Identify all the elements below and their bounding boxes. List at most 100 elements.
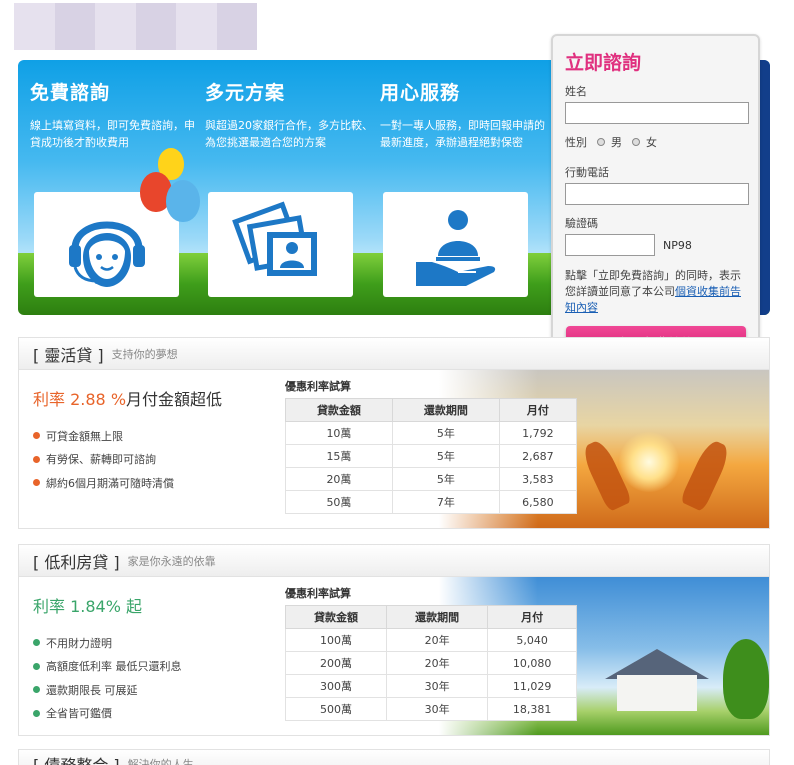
feature-title: 免費諮詢 xyxy=(30,82,111,104)
table-cell: 6,580 xyxy=(498,490,578,514)
table-header-row: 貸款金額 還款期間 月付 xyxy=(284,605,577,629)
list-item: 不用財力證明 xyxy=(33,631,182,655)
phone-label: 行動電話 xyxy=(565,166,609,179)
table-row: 300萬 30年 11,029 xyxy=(284,674,577,698)
simulator-table: 貸款金額 還款期間 月付 100萬 20年 5,040 200萬 20年 10,… xyxy=(284,605,577,721)
section-title: [ 債務整合 ] xyxy=(33,752,120,765)
sun xyxy=(619,432,679,492)
section-subtitle: 家是你永遠的依靠 xyxy=(127,554,216,568)
list-item: 有勞保、薪轉即可諮詢 xyxy=(33,448,174,472)
rate-line: 利率 2.88 %月付金額超低 xyxy=(33,386,222,410)
list-item: 可貸金額無上限 xyxy=(33,424,174,448)
col-period: 還款期間 xyxy=(386,605,489,629)
loan-section-flexible: [ 靈活貸 ] 支持你的夢想 利率 2.88 %月付金額超低 可貸金額無上限 有… xyxy=(18,337,770,529)
table-cell: 10萬 xyxy=(285,421,393,445)
gender-male-label: 男 xyxy=(611,136,622,149)
table-cell: 100萬 xyxy=(284,628,388,652)
rate-value: 2.88 % xyxy=(70,390,127,409)
table-cell: 10,080 xyxy=(487,651,577,675)
bullet-dot xyxy=(33,709,40,717)
list-item-text: 高額度低利率 最低只還利息 xyxy=(46,660,182,674)
bullet-dot xyxy=(33,662,40,670)
table-cell: 500萬 xyxy=(284,697,388,721)
section-subtitle: 解決你的人生 xyxy=(127,758,194,765)
table-row: 200萬 20年 10,080 xyxy=(284,651,577,675)
balloon-blue xyxy=(166,180,200,222)
gender-female-radio[interactable] xyxy=(632,138,640,146)
feature-dedicated-service: 用心服務 一對一專人服務，即時回報申請的最新進度，承辦過程絕對保密 xyxy=(380,78,548,151)
site-logo[interactable] xyxy=(14,3,257,50)
rate-label: 利率 xyxy=(33,597,66,616)
list-item: 高額度低利率 最低只還利息 xyxy=(33,655,182,679)
photos-icon xyxy=(231,201,317,276)
captcha-label: 驗證碼 xyxy=(565,217,598,230)
feature-desc: 一對一專人服務，即時回報申請的最新進度，承辦過程絕對保密 xyxy=(380,119,545,149)
photos-card xyxy=(208,192,353,297)
simulator-table: 貸款金額 還款期間 月付 10萬 5年 1,792 15萬 5年 2,687 2… xyxy=(285,398,578,514)
table-cell: 30年 xyxy=(386,674,489,698)
feature-desc: 線上填寫資料，即可免費諮詢，申貸成功後才酌收費用 xyxy=(30,119,195,149)
captcha-row: NP98 xyxy=(565,234,746,256)
rate-suffix: 月付金額超低 xyxy=(126,390,223,409)
list-item-text: 有勞保、薪轉即可諮詢 xyxy=(46,453,156,467)
privacy-notice: 點擊「立即免費諮詢」的同時，表示您詳讀並同意了本公司個資收集前告知內容 xyxy=(565,268,746,316)
list-item-text: 全省皆可鑑價 xyxy=(46,707,112,721)
section-header: [ 低利房貸 ] 家是你永遠的依靠 xyxy=(19,545,769,577)
captcha-code: NP98 xyxy=(663,238,692,252)
rate-line: 利率 1.84% 起 xyxy=(33,593,142,617)
col-period: 還款期間 xyxy=(391,398,500,422)
bullet-dot xyxy=(33,432,40,440)
rate-simulator: 優惠利率試算 貸款金額 還款期間 月付 10萬 5年 1,792 15萬 5年 … xyxy=(285,378,581,514)
captcha-input[interactable] xyxy=(565,234,655,256)
table-cell: 5,040 xyxy=(487,628,577,652)
feature-free-consult: 免費諮詢 線上填寫資料，即可免費諮詢，申貸成功後才酌收費用 xyxy=(30,78,198,151)
col-amount: 貸款金額 xyxy=(285,398,393,422)
name-input[interactable] xyxy=(565,102,749,124)
section-header: [ 靈活貸 ] 支持你的夢想 xyxy=(19,338,769,370)
loan-section-debt: [ 債務整合 ] 解決你的人生 xyxy=(18,749,770,765)
house-wall xyxy=(617,675,697,711)
table-row: 10萬 5年 1,792 xyxy=(285,421,578,445)
table-row: 100萬 20年 5,040 xyxy=(284,628,577,652)
consult-form: 立即諮詢 姓名 性別 男 女 行動電話 驗證碼 NP98 點擊「立即免費諮詢」的… xyxy=(551,34,760,358)
bullet-dot xyxy=(33,639,40,647)
table-cell: 5年 xyxy=(391,467,500,491)
table-cell: 2,687 xyxy=(498,444,578,468)
table-cell: 20萬 xyxy=(285,467,393,491)
list-item-text: 不用財力證明 xyxy=(46,636,112,650)
tree xyxy=(723,639,769,719)
list-item: 全省皆可鑑價 xyxy=(33,702,182,726)
simulator-title: 優惠利率試算 xyxy=(285,587,351,600)
section-title: [ 低利房貸 ] xyxy=(33,552,120,572)
name-label: 姓名 xyxy=(565,85,587,98)
col-monthly: 月付 xyxy=(487,605,577,629)
table-row: 50萬 7年 6,580 xyxy=(285,490,578,514)
feature-list: 不用財力證明 高額度低利率 最低只還利息 還款期限長 可展延 全省皆可鑑價 xyxy=(33,631,182,725)
table-cell: 11,029 xyxy=(487,674,577,698)
bullet-dot xyxy=(33,479,40,487)
table-cell: 15萬 xyxy=(285,444,393,468)
rate-simulator: 優惠利率試算 貸款金額 還款期間 月付 100萬 20年 5,040 200萬 … xyxy=(284,585,581,721)
table-cell: 5年 xyxy=(391,421,500,445)
list-item-text: 可貸金額無上限 xyxy=(46,429,123,443)
table-header-row: 貸款金額 還款期間 月付 xyxy=(285,398,578,422)
table-cell: 5年 xyxy=(391,444,500,468)
feature-multiple-plans: 多元方案 與超過20家銀行合作，多方比較、為您挑選最適合您的方案 xyxy=(205,78,373,151)
simulator-title: 優惠利率試算 xyxy=(285,380,351,393)
gender-female-label: 女 xyxy=(646,136,657,149)
right-hand xyxy=(679,437,733,513)
table-cell: 20年 xyxy=(386,651,489,675)
gender-group: 性別 男 女 xyxy=(565,134,746,150)
hand-person-icon xyxy=(415,209,495,286)
col-amount: 貸款金額 xyxy=(284,605,388,629)
list-item: 綁約6個月期滿可隨時清償 xyxy=(33,471,174,495)
table-cell: 50萬 xyxy=(285,490,393,514)
feature-title: 用心服務 xyxy=(380,82,461,104)
table-cell: 3,583 xyxy=(498,467,578,491)
list-item: 還款期限長 可展延 xyxy=(33,678,182,702)
gender-male-radio[interactable] xyxy=(597,138,605,146)
phone-input[interactable] xyxy=(565,183,749,205)
table-cell: 200萬 xyxy=(284,651,388,675)
rate-suffix: 起 xyxy=(126,597,143,616)
loan-section-mortgage: [ 低利房貸 ] 家是你永遠的依靠 利率 1.84% 起 不用財力證明 高額度低… xyxy=(18,544,770,736)
